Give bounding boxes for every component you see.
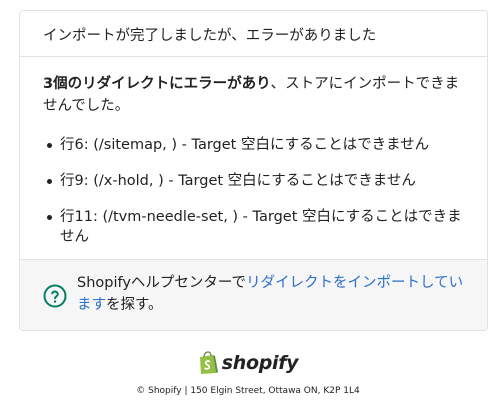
card-title: インポートが完了しましたが、エラーがありました [43,28,377,44]
shopify-bag-icon [199,351,218,374]
error-item: 行6: (/sitemap, ) - Target 空白にすることはできません [43,135,467,155]
shopify-logo: shopify [0,351,496,375]
question-circle-icon [43,284,67,308]
card-header: インポートが完了しましたが、エラーがありました [20,11,487,57]
import-result-card: インポートが完了しましたが、エラーがありました 3個のリダイレクトにエラーがあり… [19,10,488,331]
error-text: 行11: (/tvm-needle-set, ) - Target 空白にするこ… [60,209,462,245]
help-text: Shopifyヘルプセンターでリダイレクトをインポートしていますを探す。 [77,272,467,330]
error-summary: 3個のリダイレクトにエラーがあり、ストアにインポートできませんでした。 [43,73,467,117]
error-list: 行6: (/sitemap, ) - Target 空白にすることはできません … [43,135,467,247]
error-item: 行9: (/x-hold, ) - Target 空白にすることはできません [43,171,467,191]
card-body: 3個のリダイレクトにエラーがあり、ストアにインポートできませんでした。 行6: … [20,57,487,247]
error-text: 行9: (/x-hold, ) - Target 空白にすることはできません [60,173,416,189]
error-item: 行11: (/tvm-needle-set, ) - Target 空白にするこ… [43,207,467,247]
bullet-icon [47,215,52,220]
bullet-icon [47,143,52,148]
help-suffix: を探す。 [106,297,163,313]
error-text: 行6: (/sitemap, ) - Target 空白にすることはできません [60,137,430,153]
footer-address: © Shopify | 150 Elgin Street, Ottawa ON,… [136,386,360,396]
help-footer: Shopifyヘルプセンターでリダイレクトをインポートしていますを探す。 [20,259,487,330]
error-summary-bold: 3個のリダイレクトにエラーがあり [43,76,271,92]
shopify-wordmark: shopify [221,352,299,374]
help-prefix: Shopifyヘルプセンターで [77,275,247,291]
bullet-icon [47,179,52,184]
